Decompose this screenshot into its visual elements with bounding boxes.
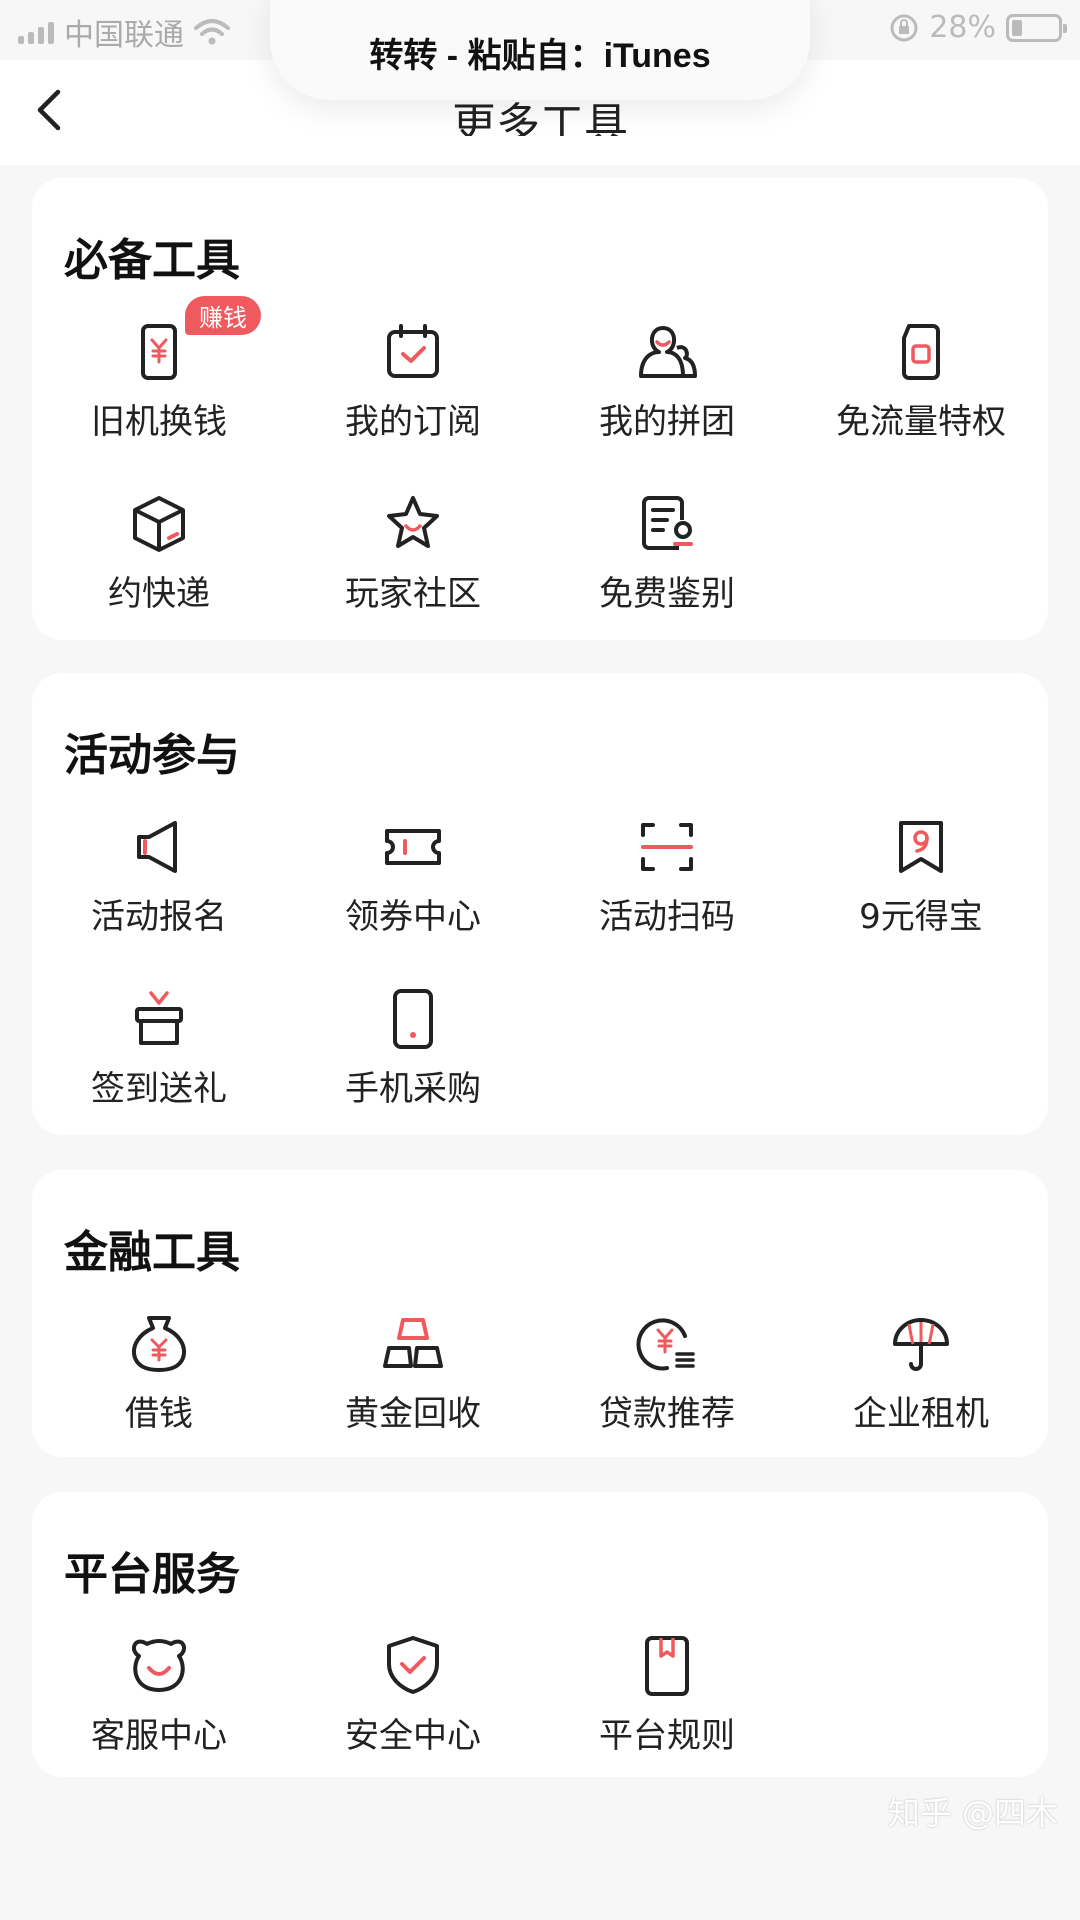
tool-courier[interactable]: 约快递 [32, 490, 286, 620]
tool-label: 黄金回收 [345, 1394, 481, 1434]
tool-label: 免流量特权 [836, 402, 1006, 442]
rotation-lock-icon [890, 14, 918, 41]
tool-label: 免费鉴别 [599, 574, 735, 614]
rule-book-icon [645, 1636, 689, 1696]
section-title: 活动参与 [64, 730, 240, 781]
tool-label: 客服中心 [91, 1716, 227, 1756]
tool-label: 我的订阅 [345, 402, 481, 442]
phone-cash-icon [141, 324, 177, 380]
platform-services-card: 平台服务 客服中心 安全中心 平台规则 [32, 1492, 1048, 1777]
tool-nine-yuan[interactable]: 9元得宝 [794, 813, 1048, 943]
tool-label: 借钱 [125, 1394, 193, 1434]
mobile-phone-icon [393, 989, 433, 1049]
tool-label: 平台规则 [599, 1716, 735, 1756]
essential-tools-card: 必备工具 旧机换钱 赚钱 我的订阅 我的拼团 免流量特权 约快递 玩家社区 免费… [32, 178, 1048, 640]
section-title: 金融工具 [64, 1227, 240, 1278]
carrier-label: 中国联通 [64, 18, 184, 53]
battery-icon [1006, 13, 1067, 42]
shield-check-icon [387, 1636, 439, 1694]
tool-loan-recommend[interactable]: 贷款推荐 [540, 1310, 794, 1440]
megaphone-icon [137, 821, 177, 873]
paste-banner-text: 转转 - 粘贴自：iTunes [369, 36, 711, 75]
gold-bars-icon [383, 1318, 443, 1368]
tool-gold-recycle[interactable]: 黄金回收 [286, 1310, 540, 1440]
tool-label: 贷款推荐 [599, 1394, 735, 1434]
tool-authentication[interactable]: 免费鉴别 [540, 490, 794, 620]
tool-label: 安全中心 [345, 1716, 481, 1756]
tool-label: 活动扫码 [599, 897, 735, 937]
finance-tools-card: 金融工具 借钱 黄金回收 贷款推荐 企业租机 [32, 1170, 1048, 1457]
star-smile-icon [387, 496, 439, 548]
tool-community[interactable]: 玩家社区 [286, 490, 540, 620]
tool-label: 旧机换钱 [91, 402, 227, 442]
tool-label: 我的拼团 [599, 402, 735, 442]
tool-coupon-center[interactable]: 领券中心 [286, 813, 540, 943]
tool-label: 手机采购 [345, 1069, 481, 1109]
tool-business-rental[interactable]: 企业租机 [794, 1310, 1048, 1440]
tool-label: 9元得宝 [859, 897, 983, 937]
loan-coin-icon [636, 1318, 695, 1371]
tool-label: 约快递 [108, 574, 210, 614]
tool-subscriptions[interactable]: 我的订阅 [286, 318, 540, 448]
tool-check-in-gift[interactable]: 签到送礼 [32, 985, 286, 1115]
tool-event-signup[interactable]: 活动报名 [32, 813, 286, 943]
section-title: 平台服务 [64, 1549, 240, 1600]
section-title: 必备工具 [64, 235, 240, 286]
tool-borrow[interactable]: 借钱 [32, 1310, 286, 1440]
tool-platform-rules[interactable]: 平台规则 [540, 1632, 794, 1762]
tool-free-data[interactable]: 免流量特权 [794, 318, 1048, 448]
tool-label: 活动报名 [91, 897, 227, 937]
sim-card-icon [902, 324, 940, 380]
tool-label: 玩家社区 [345, 574, 481, 614]
tool-customer-service[interactable]: 客服中心 [32, 1632, 286, 1762]
scan-icon [641, 823, 693, 871]
money-bag-icon [132, 1316, 186, 1372]
watermark: 知乎 @四木 [887, 1794, 1058, 1832]
gift-icon [135, 991, 183, 1045]
tool-security-center[interactable]: 安全中心 [286, 1632, 540, 1762]
tool-label: 企业租机 [853, 1394, 989, 1434]
tool-trade-in[interactable]: 旧机换钱 赚钱 [32, 296, 286, 448]
status-left: 中国联通 [18, 10, 230, 54]
wifi-icon [194, 19, 230, 45]
battery-percent: 28% [929, 10, 996, 45]
status-right: 28% [889, 10, 1067, 45]
earn-badge: 赚钱 [185, 296, 261, 335]
tool-label: 签到送礼 [91, 1069, 227, 1109]
signal-icon [18, 20, 54, 44]
tool-event-scan[interactable]: 活动扫码 [540, 813, 794, 943]
paste-banner[interactable]: 转转 - 粘贴自：iTunes [270, 0, 810, 100]
certificate-icon [642, 496, 693, 550]
umbrella-icon [893, 1318, 949, 1371]
bear-face-icon [131, 1639, 187, 1692]
activities-card: 活动参与 活动报名 领券中心 活动扫码 9元得宝 签到送礼 手机采购 [32, 673, 1048, 1135]
tool-group-buy[interactable]: 我的拼团 [540, 318, 794, 448]
tool-phone-purchase[interactable]: 手机采购 [286, 985, 540, 1115]
nine-tag-icon [899, 821, 943, 873]
package-box-icon [133, 496, 185, 552]
tool-label: 领券中心 [345, 897, 481, 937]
ticket-icon [385, 829, 441, 865]
group-users-icon [639, 326, 697, 378]
calendar-check-icon [387, 324, 439, 378]
